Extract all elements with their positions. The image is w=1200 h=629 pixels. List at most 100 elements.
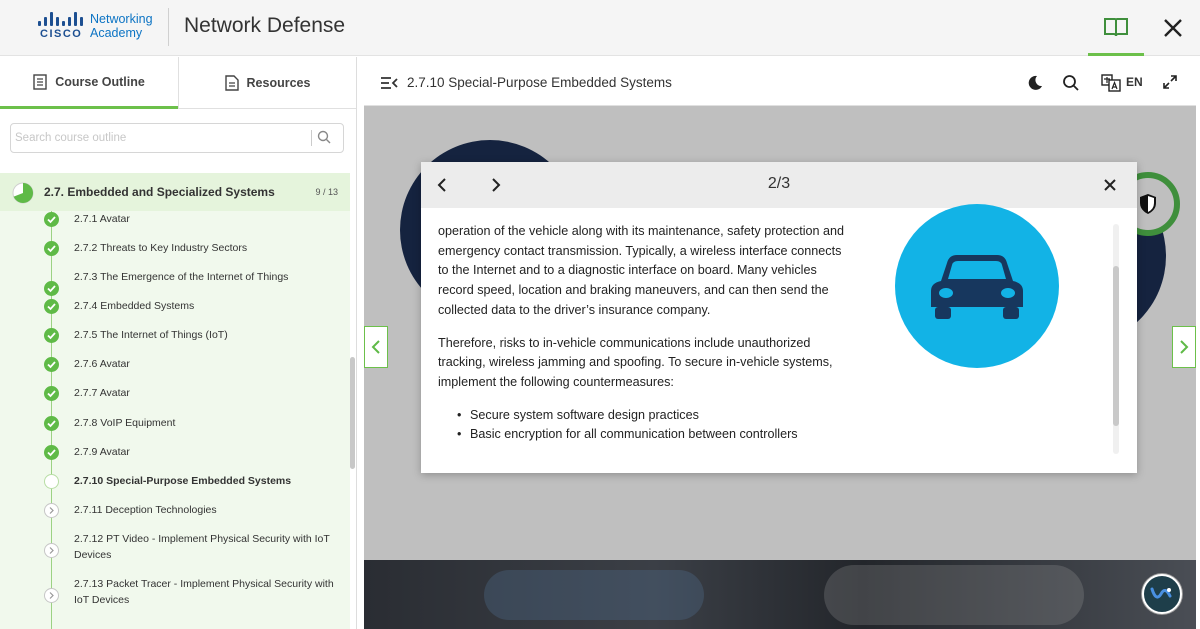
outline-item-label: 2.7.7 Avatar [74,387,130,399]
shield-icon [1140,194,1156,214]
check-icon [44,299,59,314]
outline-item[interactable]: 2.7.5 The Internet of Things (IoT) [0,327,350,351]
check-icon [44,328,59,343]
page-title: 2.7.10 Special-Purpose Embedded Systems [407,75,672,90]
check-icon [44,281,59,296]
content-area: 2.7.10 Special-Purpose Embedded Systems … [364,62,1196,629]
search-content-button[interactable] [1062,74,1080,97]
modal-scrollbar[interactable] [1113,266,1119,426]
course-sidebar: Course Outline Resources 2.7. Embedded a… [0,57,357,629]
outline-item-label: 2.7.9 Avatar [74,446,130,458]
book-icon [1104,17,1128,36]
chevron-left-icon [371,340,380,354]
check-icon [44,416,59,431]
car-icon [931,255,1023,319]
search-submit-button[interactable] [317,130,331,149]
outline-item[interactable]: 2.7.12 PT Video - Implement Physical Sec… [0,531,350,567]
outline-item-label: 2.7.13 Packet Tracer - Implement Physica… [74,578,334,606]
outline-item[interactable]: 2.7.6 Avatar [0,356,350,380]
header-divider [168,8,169,46]
toggle-outline-button[interactable] [380,75,398,96]
section-header[interactable]: 2.7. Embedded and Specialized Systems 9 … [0,173,350,211]
search-divider [311,130,312,146]
background-photo [364,560,1196,629]
academy-wordmark: Networking Academy [90,12,153,40]
outline-item-label: 2.7.1 Avatar [74,213,130,225]
vehicle-illustration [895,204,1059,368]
close-icon [1164,19,1182,37]
outline-item[interactable]: 2.7.13 Packet Tracer - Implement Physica… [0,576,350,612]
modal-close-button[interactable] [1103,178,1117,197]
outline-search [10,123,344,153]
course-title: Network Defense [184,14,346,37]
cisco-networking-academy-logo[interactable]: CISCO Networking Academy [38,12,168,44]
tab-course-outline[interactable]: Course Outline [0,57,178,109]
check-icon [44,445,59,460]
cisco-wordmark: CISCO [40,28,83,40]
outline-item-label: 2.7.12 PT Video - Implement Physical Sec… [74,533,330,561]
section-progress-icon [12,182,34,204]
outline-item[interactable]: 2.7.8 VoIP Equipment [0,415,350,439]
modal-pager: 2/3 [767,175,791,192]
cisco-bars-icon [38,12,84,26]
expand-icon [1163,75,1177,89]
list-item: Secure system software design practices [457,406,848,426]
sidebar-tabs: Course Outline Resources [0,57,356,109]
outline-item-label: 2.7.11 Deception Technologies [74,504,217,516]
search-icon [1063,75,1079,91]
chevron-right-icon [44,543,59,558]
outline-item-label: 2.7.8 VoIP Equipment [74,417,176,429]
outline-item[interactable]: 2.7.2 Threats to Key Industry Sectors [0,240,350,264]
section-title: 2.7. Embedded and Specialized Systems [44,185,275,199]
outline-item-label: 2.7.6 Avatar [74,358,130,370]
modal-paragraph: Therefore, risks to in-vehicle communica… [438,335,833,389]
next-page-arrow[interactable] [1172,326,1196,368]
outline-item[interactable]: 2.7.11 Deception Technologies [0,502,350,526]
section-progress-count: 9 / 13 [315,187,338,197]
check-icon [44,386,59,401]
chevron-right-icon [44,588,59,603]
outline-item[interactable]: 2.7.1 Avatar [0,211,350,235]
previous-page-arrow[interactable] [364,326,388,368]
menu-collapse-icon [381,77,398,89]
search-icon [317,130,331,144]
close-icon [1104,179,1116,191]
moon-icon [1028,75,1042,90]
search-input[interactable] [15,127,305,149]
modal-header: 2/3 [421,162,1137,208]
language-label[interactable]: EN [1126,75,1143,89]
outline-icon [33,73,47,90]
sidebar-scrollbar[interactable] [350,357,355,469]
modal-paragraph: operation of the vehicle along with its … [438,224,845,317]
course-book-button[interactable] [1088,0,1144,56]
content-toolbar: 2.7.10 Special-Purpose Embedded Systems … [364,62,1196,106]
check-icon [44,357,59,372]
outline-item-label: 2.7.10 Special-Purpose Embedded Systems [74,475,292,487]
chevron-right-icon [1180,340,1189,354]
outline-item-label: 2.7.2 Threats to Key Industry Sectors [74,242,248,254]
check-icon [44,212,59,227]
translate-icon [1101,74,1121,92]
fullscreen-button[interactable] [1162,74,1178,95]
countermeasure-list: Secure system software design practices … [457,406,848,445]
assistant-button[interactable] [1142,574,1182,614]
tab-resources[interactable]: Resources [178,57,356,109]
document-icon [224,75,239,91]
app-header: CISCO Networking Academy Network Defense [0,0,1200,56]
outline-item[interactable]: 2.7.9 Avatar [0,444,350,468]
in-progress-icon [44,474,59,489]
close-course-button[interactable] [1150,0,1196,56]
outline-item[interactable]: 2.7.10 Special-Purpose Embedded Systems [0,473,350,497]
list-item: Basic encryption for all communication b… [457,425,848,445]
outline-item[interactable]: 2.7.4 Embedded Systems [0,298,350,322]
check-icon [44,241,59,256]
dark-mode-button[interactable] [1026,74,1044,97]
modal-text: operation of the vehicle along with its … [438,222,848,454]
outline-item[interactable]: 2.7.7 Avatar [0,385,350,409]
outline-list: 2.7.1 Avatar 2.7.2 Threats to Key Industr… [0,211,350,629]
outline-item-label: 2.7.4 Embedded Systems [74,300,195,312]
translate-button[interactable] [1101,74,1121,97]
carousel-modal: 2/3 operation of the vehicle along with … [421,162,1137,473]
outline-item-label: 2.7.5 The Internet of Things (IoT) [74,329,228,341]
outline-item-label: 2.7.3 The Emergence of the Internet of T… [74,271,289,283]
